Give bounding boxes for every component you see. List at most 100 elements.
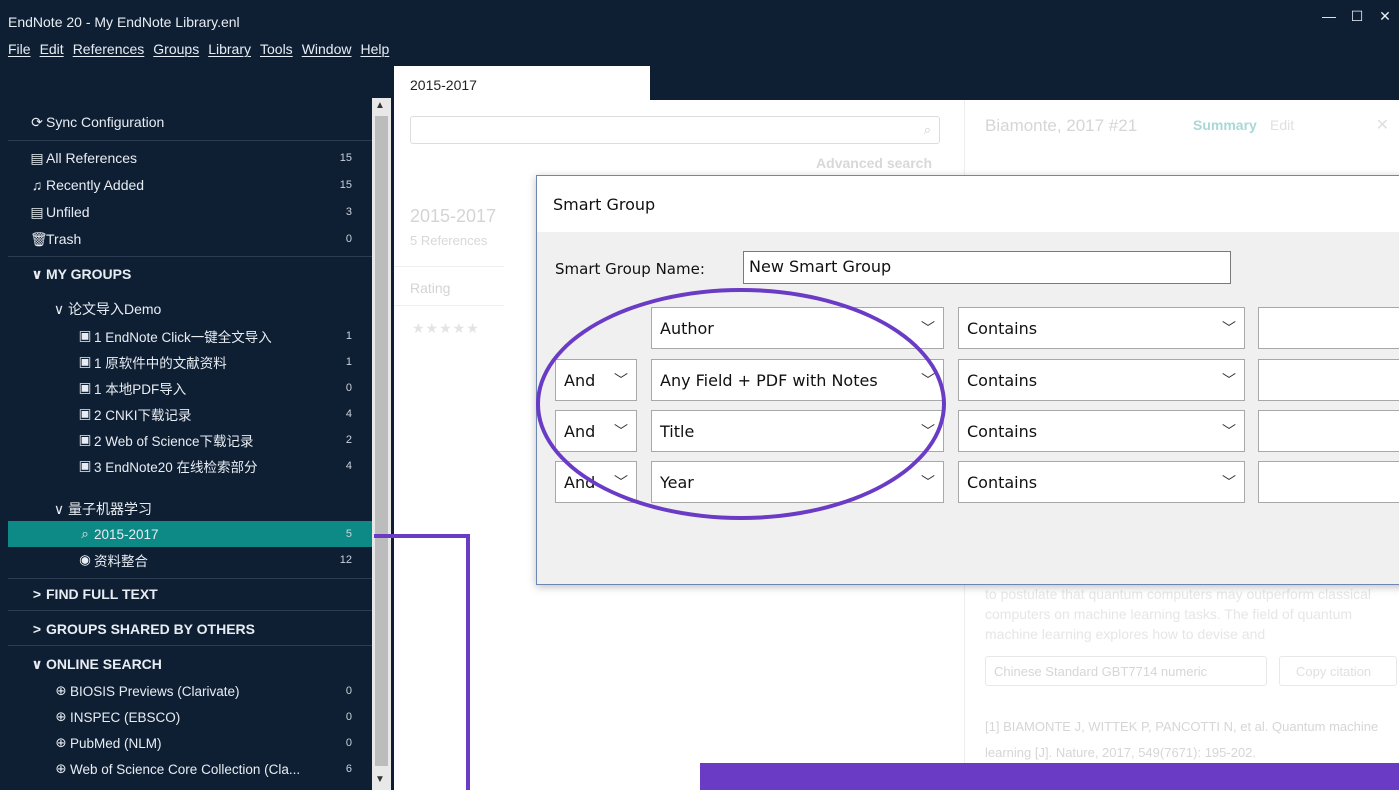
copy-citation-button[interactable]: Copy citation (1279, 656, 1397, 686)
menu-help[interactable]: Help (360, 41, 389, 57)
chevron-down-icon: ∨ (53, 300, 65, 317)
search-icon[interactable]: ⌕ (924, 122, 931, 138)
title-bar: EndNote 20 - My EndNote Library.enl — ☐ … (0, 0, 1399, 100)
sidebar-item-all-references[interactable]: ▤ All References 15 (8, 145, 372, 171)
online-db-item[interactable]: ⊕ PubMed (NLM) 0 (8, 730, 372, 756)
group-icon: ▣ (78, 380, 92, 395)
combined-group-icon: ◉ (79, 552, 91, 567)
chevron-down-icon: ﹀ (1222, 424, 1236, 440)
online-db-item[interactable]: ⊕ INSPEC (EBSCO) 0 (8, 704, 372, 730)
annotation-line (466, 534, 470, 790)
value-input[interactable] (1258, 307, 1399, 349)
value-input[interactable] (1258, 359, 1399, 401)
online-db-item[interactable]: ⊕ Web of Science Core Collection (Cla...… (8, 756, 372, 782)
menu-references[interactable]: References (73, 41, 145, 57)
divider (8, 645, 372, 646)
operator-select[interactable]: Contains ﹀ (958, 461, 1245, 503)
globe-icon: ⊕ (55, 761, 67, 776)
tab-summary[interactable]: Summary (1193, 117, 1257, 133)
group-icon: ▣ (78, 328, 92, 343)
highlight-oval (536, 288, 946, 520)
sidebar-group-item[interactable]: ▣ 3 EndNote20 在线检索部分 4 (8, 453, 372, 479)
section-online-search[interactable]: ∨ ONLINE SEARCH (8, 651, 372, 677)
search-input[interactable]: ⌕ (410, 116, 940, 144)
column-header-rating[interactable]: Rating (394, 266, 504, 306)
close-button[interactable]: ✕ (1370, 8, 1399, 25)
divider (8, 140, 372, 141)
advanced-search-link[interactable]: Advanced search (816, 155, 932, 171)
sidebar-item-recently-added[interactable]: ♫ Recently Added 15 (8, 172, 372, 198)
group-icon: ▣ (78, 406, 92, 421)
value-input[interactable] (1258, 461, 1399, 503)
sidebar-smart-group-selected[interactable]: ⌕ 2015-2017 5 (8, 521, 372, 547)
sidebar-group-item[interactable]: ▣ 2 CNKI下载记录 4 (8, 401, 372, 427)
sidebar-group-item[interactable]: ▣ 1 原软件中的文献资料 1 (8, 349, 372, 375)
close-icon[interactable]: ✕ (1376, 115, 1389, 135)
formatted-citation: [1] BIAMONTE J, WITTEK P, PANCOTTI N, et… (985, 719, 1379, 760)
bell-icon: ♫ (31, 177, 43, 193)
online-db-item[interactable]: ⊕ BIOSIS Previews (Clarivate) 0 (8, 678, 372, 704)
chevron-down-icon: ∨ (31, 265, 43, 282)
chevron-right-icon: > (32, 586, 42, 602)
sidebar-group-item[interactable]: ▣ 2 Web of Science下载记录 2 (8, 427, 372, 453)
divider (8, 578, 372, 579)
menu-file[interactable]: File (8, 41, 31, 57)
group-set-quantum[interactable]: ∨ 量子机器学习 (8, 496, 372, 522)
group-set-demo[interactable]: ∨ 论文导入Demo (8, 296, 372, 322)
globe-icon: ⊕ (55, 735, 67, 750)
citation-style-select[interactable]: Chinese Standard GBT7714 numeric (985, 656, 1267, 686)
smart-group-icon: ⌕ (81, 526, 89, 541)
unfiled-icon: ▤ (30, 203, 44, 220)
chevron-down-icon: ﹀ (1222, 373, 1236, 389)
sidebar-group-item[interactable]: ▣ 1 本地PDF导入 0 (8, 375, 372, 401)
smart-group-name-field[interactable]: New Smart Group (743, 251, 1231, 284)
section-groups-shared[interactable]: > GROUPS SHARED BY OTHERS (8, 616, 372, 642)
globe-icon: ⊕ (55, 709, 67, 724)
sync-configuration[interactable]: ⟳ Sync Configuration (30, 109, 394, 135)
tab-2015-2017[interactable]: 2015-2017 (394, 66, 650, 100)
rating-stars[interactable]: ★★★★★ (412, 320, 480, 337)
chevron-down-icon: ﹀ (1222, 475, 1236, 491)
sidebar-scrollbar[interactable]: ▲ ▼ (372, 98, 391, 790)
maximize-button[interactable]: ☐ (1342, 8, 1372, 25)
operator-select[interactable]: Contains ﹀ (958, 307, 1245, 349)
sidebar-item-unfiled[interactable]: ▤ Unfiled 3 (8, 199, 372, 225)
group-title: 2015-2017 (410, 206, 497, 226)
reference-count: 5 References (410, 233, 488, 248)
chevron-down-icon: ﹀ (1222, 321, 1236, 337)
group-icon: ▣ (78, 458, 92, 473)
chevron-down-icon: ∨ (31, 655, 43, 672)
dialog-title: Smart Group (553, 195, 656, 214)
section-my-groups[interactable]: ∨ MY GROUPS (8, 261, 372, 287)
sidebar-group-item[interactable]: ▣ 1 EndNote Click一键全文导入 1 (8, 323, 372, 349)
menu-window[interactable]: Window (302, 41, 352, 57)
scroll-up-icon[interactable]: ▲ (375, 100, 385, 111)
scroll-down-icon[interactable]: ▼ (375, 774, 385, 785)
chevron-right-icon: > (32, 621, 42, 637)
abstract-text: to postulate that quantum computers may … (985, 586, 1371, 642)
chevron-down-icon: ﹀ (921, 475, 935, 491)
menu-tools[interactable]: Tools (260, 41, 293, 57)
section-find-full-text[interactable]: > FIND FULL TEXT (8, 581, 372, 607)
groups-sidebar: ⟳ Sync Configuration ▤ All References 15… (8, 98, 372, 790)
sidebar-item-trash[interactable]: 🗑 Trash 0 (8, 226, 372, 252)
menu-edit[interactable]: Edit (40, 41, 64, 57)
operator-select[interactable]: Contains ﹀ (958, 410, 1245, 452)
minimize-button[interactable]: — (1314, 8, 1344, 24)
menu-bar: File Edit References Groups Library Tool… (8, 41, 389, 57)
references-icon: ▤ (30, 149, 44, 166)
reference-title: Biamonte, 2017 #21 (985, 116, 1138, 135)
scroll-thumb[interactable] (375, 116, 388, 766)
sidebar-group-item[interactable]: ◉ 资料整合 12 (8, 547, 372, 573)
sync-icon: ⟳ (31, 113, 43, 130)
annotation-block (700, 763, 1399, 790)
chevron-down-icon: ﹀ (921, 321, 935, 337)
smart-group-name-label: Smart Group Name: (555, 260, 705, 278)
menu-groups[interactable]: Groups (153, 41, 199, 57)
chevron-down-icon: ∨ (53, 500, 65, 517)
tab-edit[interactable]: Edit (1270, 117, 1294, 133)
menu-library[interactable]: Library (208, 41, 251, 57)
value-input[interactable] (1258, 410, 1399, 452)
window-title: EndNote 20 - My EndNote Library.enl (8, 14, 240, 30)
operator-select[interactable]: Contains ﹀ (958, 359, 1245, 401)
